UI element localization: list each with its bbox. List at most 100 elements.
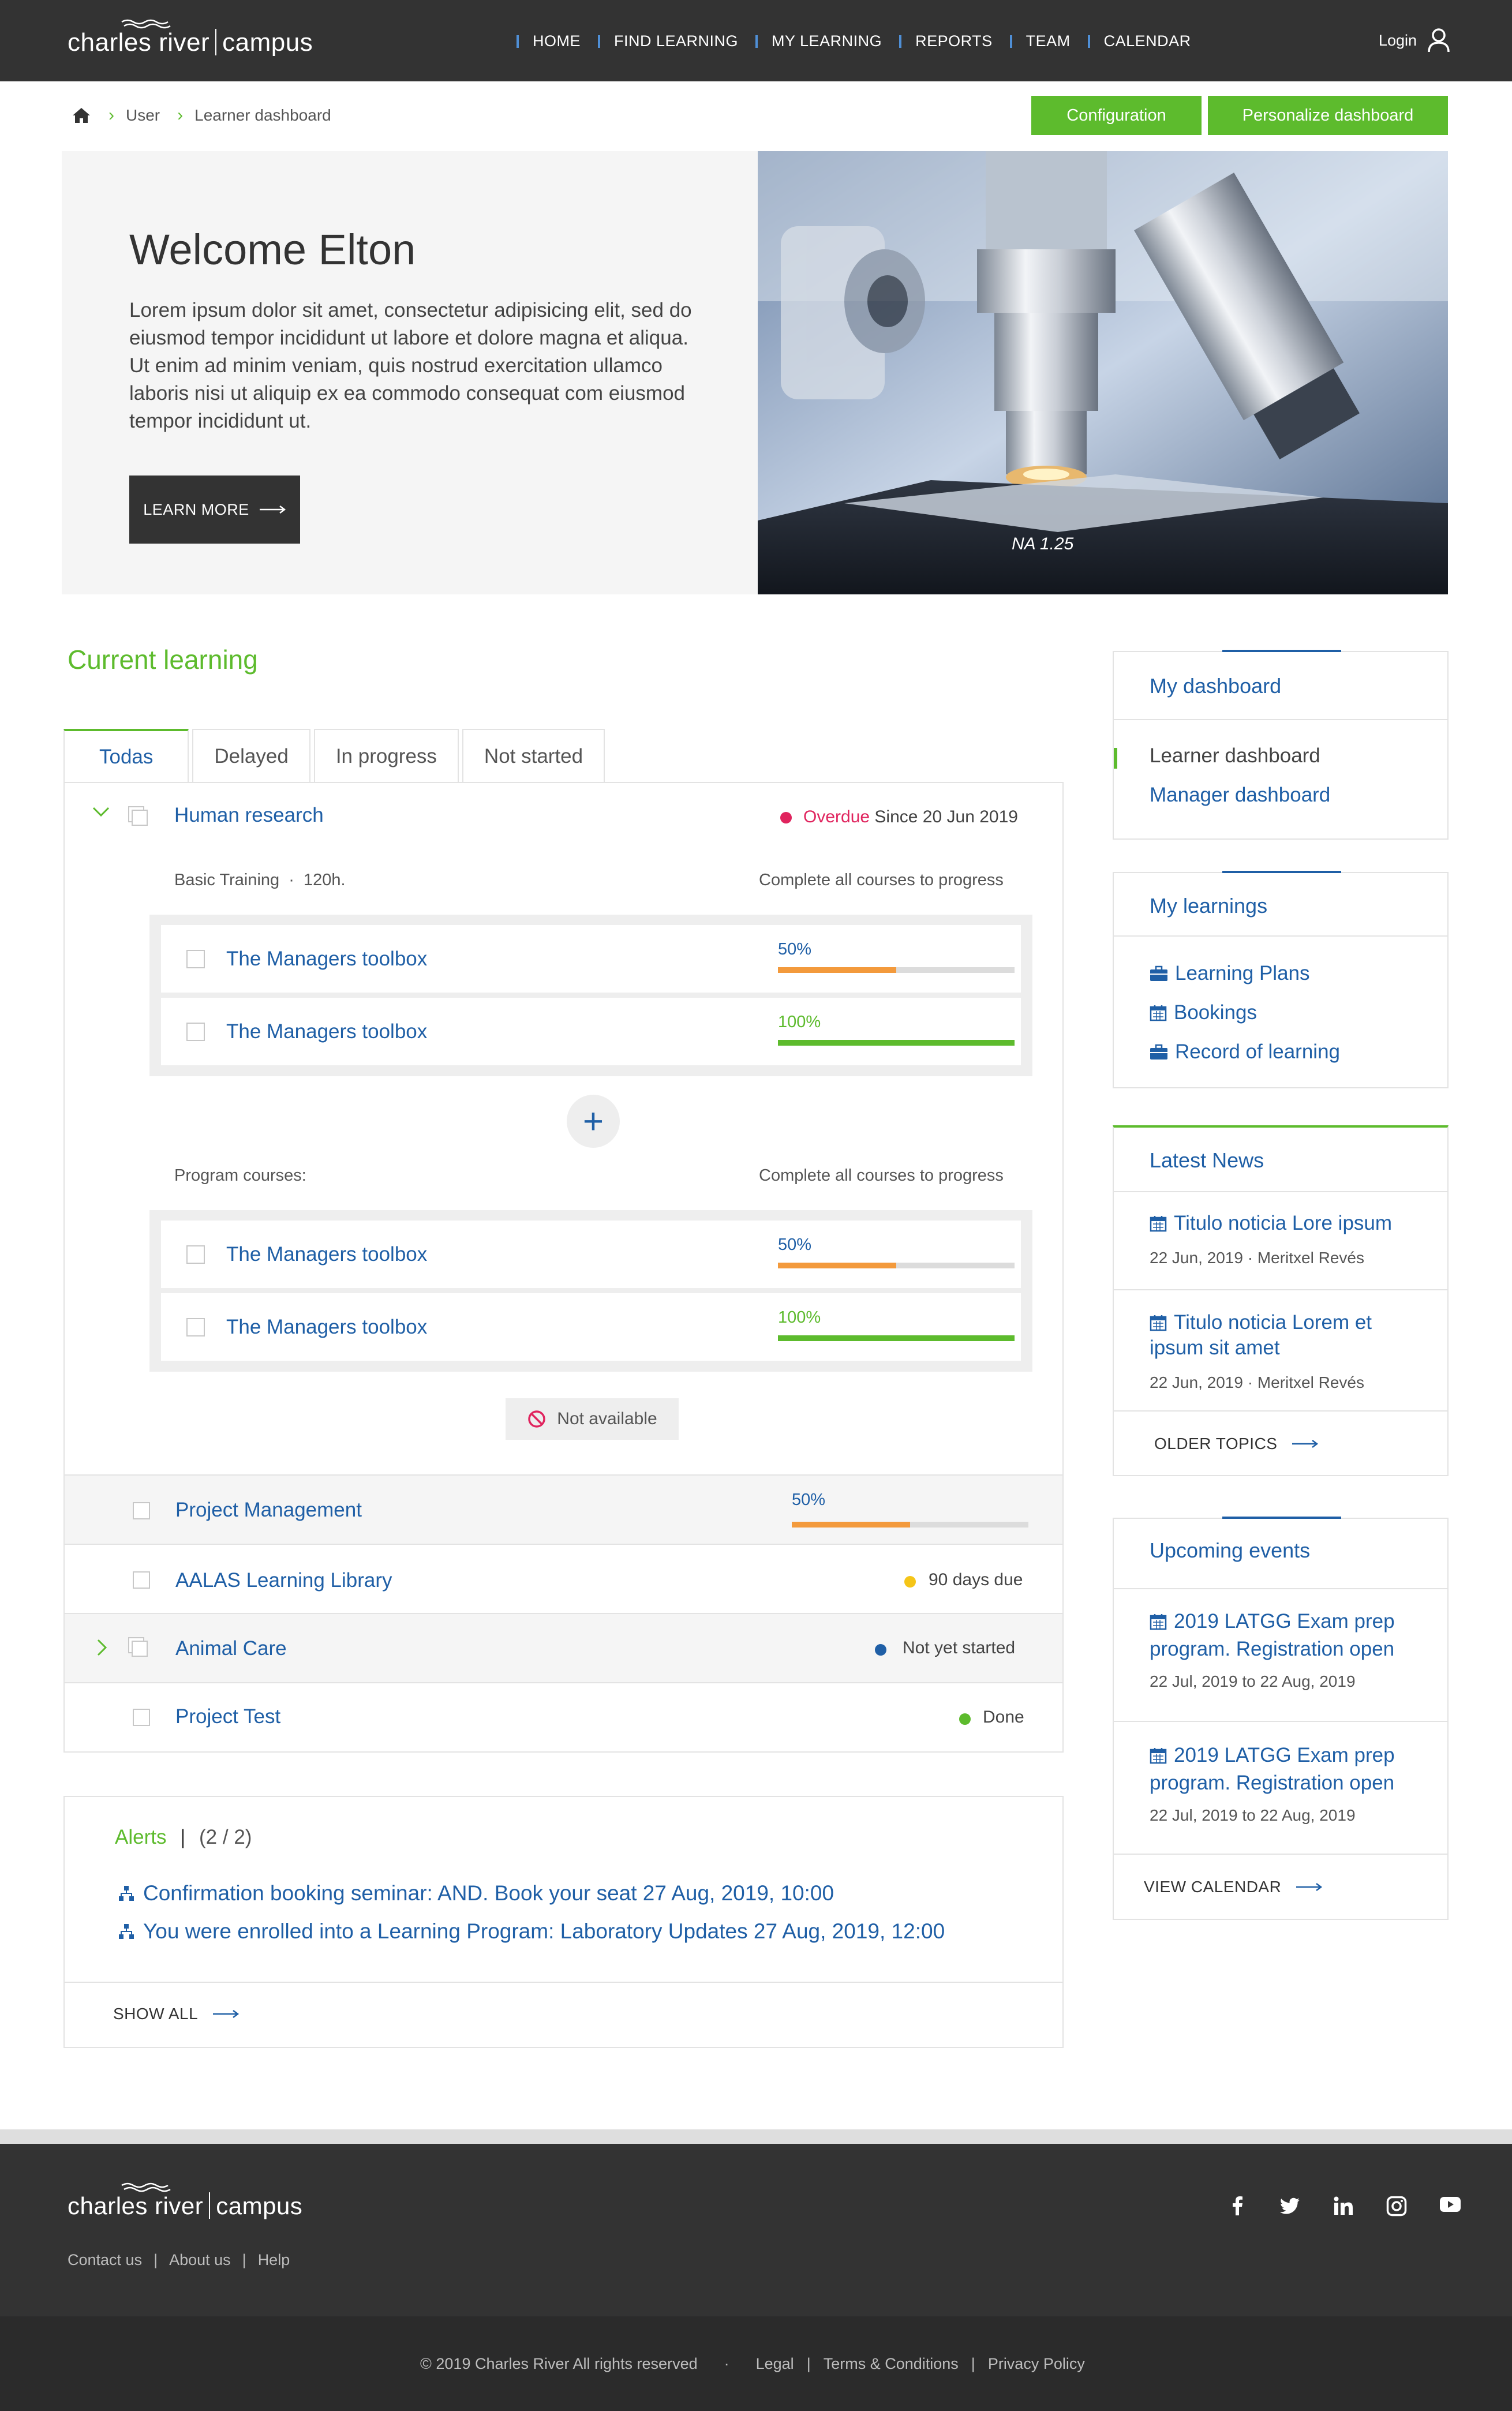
row-progress-text: 50% — [792, 1491, 826, 1509]
learning-list-panel: Human research Overdue Since 20 Jun 2019… — [63, 782, 1064, 1753]
brand-name-right: campus — [222, 28, 313, 57]
overdue-status-dot — [780, 812, 792, 823]
plan-checkbox[interactable] — [128, 806, 149, 827]
row-checkbox[interactable] — [133, 1709, 150, 1726]
learning-plans-label: Learning Plans — [1175, 962, 1310, 984]
course-row[interactable]: The Managers toolbox 100% — [161, 1293, 1021, 1361]
course-checkbox[interactable] — [186, 950, 205, 968]
learning-plans-link[interactable]: Learning Plans — [1150, 962, 1310, 985]
tab-in-progress[interactable]: In progress — [313, 729, 459, 783]
complete-note: Complete all courses to progress — [759, 1166, 1004, 1185]
nav-item-home[interactable]: HOME — [517, 32, 581, 50]
alert-text: You were enrolled into a Learning Progra… — [143, 1919, 945, 1943]
copyright-bar: © 2019 Charles River All rights reserved… — [0, 2316, 1512, 2411]
row-title[interactable]: Project Management — [175, 1499, 362, 1522]
learn-more-button[interactable]: LEARN MORE — [129, 476, 300, 544]
chevron-down-icon[interactable] — [92, 806, 110, 818]
brand-logo[interactable]: charles river campus — [68, 17, 313, 58]
tab-delayed[interactable]: Delayed — [192, 729, 310, 783]
legal-link[interactable]: Legal — [756, 2355, 794, 2373]
hero-title: Welcome Elton — [129, 226, 416, 274]
news-title-line-2[interactable]: ipsum sit amet — [1150, 1336, 1280, 1360]
show-all-link[interactable]: SHOW ALL — [113, 2005, 239, 2023]
configuration-button[interactable]: Configuration — [1031, 96, 1202, 135]
event-title: 2019 LATGG Exam prep — [1174, 1744, 1395, 1766]
event-item-title[interactable]: 2019 LATGG Exam prep — [1150, 1744, 1395, 1767]
breadcrumb-user[interactable]: User — [126, 106, 160, 125]
course-row[interactable]: The Managers toolbox 50% — [161, 925, 1021, 993]
login-button[interactable]: Login — [1379, 28, 1450, 53]
nav-item-my-learning[interactable]: MY LEARNING — [755, 32, 882, 50]
course-row[interactable]: The Managers toolbox 50% — [161, 1221, 1021, 1288]
course-checkbox[interactable] — [186, 1245, 205, 1264]
learning-row-aalas[interactable]: AALAS Learning Library 90 days due — [65, 1544, 1062, 1613]
progress-fill — [778, 1263, 896, 1268]
calendar-icon — [1150, 1614, 1167, 1630]
course-title[interactable]: The Managers toolbox — [226, 1020, 427, 1043]
plan-title[interactable]: Human research — [174, 804, 324, 827]
contact-us-link[interactable]: Contact us — [68, 2251, 142, 2269]
breadcrumb-current: Learner dashboard — [194, 106, 331, 124]
course-title[interactable]: The Managers toolbox — [226, 948, 427, 971]
breadcrumb: › User › Learner dashboard — [72, 106, 331, 125]
terms-link[interactable]: Terms & Conditions — [824, 2355, 959, 2373]
youtube-icon[interactable] — [1439, 2196, 1461, 2213]
personalize-dashboard-button[interactable]: Personalize dashboard — [1208, 96, 1448, 135]
brand-name-left: charles river — [68, 28, 210, 57]
tab-not-started[interactable]: Not started — [462, 729, 605, 783]
home-icon[interactable] — [72, 107, 91, 124]
add-button[interactable]: + — [567, 1095, 620, 1148]
row-checkbox[interactable] — [133, 1502, 150, 1519]
older-topics-link[interactable]: OLDER TOPICS — [1154, 1435, 1319, 1453]
facebook-icon[interactable] — [1228, 2196, 1247, 2217]
record-of-learning-link[interactable]: Record of learning — [1150, 1040, 1340, 1064]
course-title[interactable]: The Managers toolbox — [226, 1243, 427, 1266]
nav-item-reports[interactable]: REPORTS — [899, 32, 993, 50]
tab-todas[interactable]: Todas — [63, 729, 189, 783]
chevron-right-icon[interactable] — [96, 1638, 108, 1657]
row-checkbox[interactable] — [133, 1571, 150, 1589]
nav-item-calendar[interactable]: CALENDAR — [1087, 32, 1191, 50]
sitemap-icon — [119, 1924, 134, 1939]
dashboard-item-manager[interactable]: Manager dashboard — [1150, 784, 1330, 807]
alert-item[interactable]: You were enrolled into a Learning Progra… — [118, 1919, 945, 1944]
row-title[interactable]: Project Test — [175, 1705, 280, 1728]
bookings-link[interactable]: Bookings — [1150, 1001, 1257, 1024]
row-title[interactable]: Animal Care — [175, 1637, 287, 1660]
nav-item-team[interactable]: TEAM — [1009, 32, 1071, 50]
event-title-line-2[interactable]: program. Registration open — [1150, 1638, 1394, 1661]
brand-name-right: campus — [216, 2192, 303, 2219]
dashboard-item-learner[interactable]: Learner dashboard — [1150, 744, 1320, 768]
calendar-icon — [1150, 1216, 1167, 1232]
alert-item[interactable]: Confirmation booking seminar: AND. Book … — [118, 1881, 834, 1905]
course-checkbox[interactable] — [186, 1023, 205, 1041]
row-title[interactable]: AALAS Learning Library — [175, 1569, 392, 1592]
learning-row-project-test[interactable]: Project Test Done — [65, 1682, 1062, 1751]
news-item-title[interactable]: Titulo noticia Lorem et — [1150, 1311, 1372, 1334]
event-dates: 22 Jul, 2019 to 22 Aug, 2019 — [1150, 1672, 1356, 1690]
learning-row-animal-care[interactable]: Animal Care Not yet started — [65, 1613, 1062, 1682]
social-links — [1196, 2196, 1461, 2217]
course-row[interactable]: The Managers toolbox 100% — [161, 998, 1021, 1065]
event-title-line-2[interactable]: program. Registration open — [1150, 1772, 1394, 1795]
main-nav: HOME FIND LEARNING MY LEARNING REPORTS T… — [517, 32, 1208, 50]
privacy-link[interactable]: Privacy Policy — [988, 2355, 1085, 2373]
linkedin-icon[interactable] — [1333, 2196, 1354, 2217]
instagram-icon[interactable] — [1386, 2196, 1407, 2217]
course-title[interactable]: The Managers toolbox — [226, 1316, 427, 1339]
view-calendar-link[interactable]: VIEW CALENDAR — [1144, 1878, 1323, 1896]
row-checkbox[interactable] — [128, 1637, 149, 1658]
nav-item-find-learning[interactable]: FIND LEARNING — [598, 32, 738, 50]
upcoming-events-card: Upcoming events 2019 LATGG Exam prep pro… — [1113, 1517, 1449, 1920]
footer-separator — [0, 2129, 1512, 2144]
news-item-title[interactable]: Titulo noticia Lore ipsum — [1150, 1212, 1392, 1235]
progress-fill — [792, 1522, 910, 1528]
course-checkbox[interactable] — [186, 1318, 205, 1336]
twitter-icon[interactable] — [1279, 2196, 1301, 2217]
not-available-button[interactable]: Not available — [506, 1398, 679, 1440]
about-us-link[interactable]: About us — [169, 2251, 231, 2269]
learning-row-project-management[interactable]: Project Management 50% — [65, 1474, 1062, 1544]
help-link[interactable]: Help — [258, 2251, 290, 2269]
event-item-title[interactable]: 2019 LATGG Exam prep — [1150, 1610, 1395, 1633]
footer-brand-logo[interactable]: charles river campus — [68, 2181, 302, 2221]
